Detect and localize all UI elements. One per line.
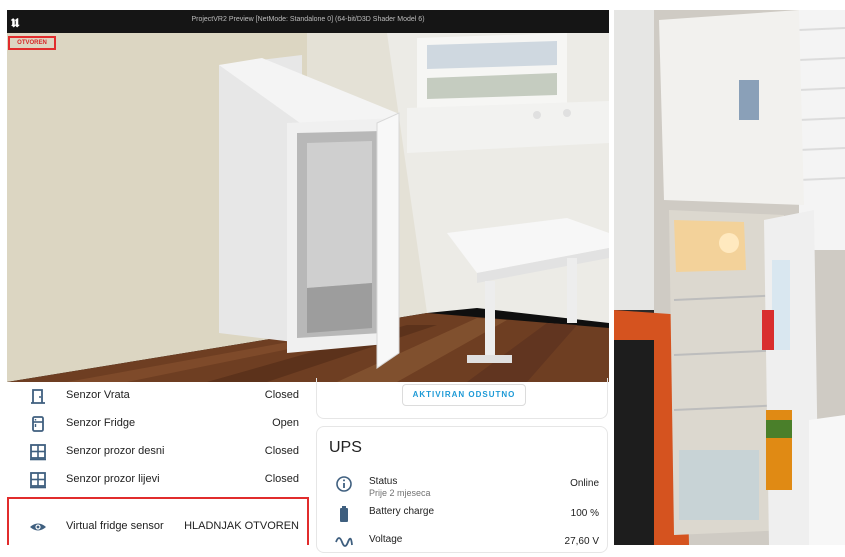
unreal-preview-window[interactable]: 𝖚 ProjectVR2 Preview [NetMode: Standalon… [7,10,609,382]
entity-state: 27,60 V [564,536,599,547]
entity-state: Open [272,417,299,429]
entity-state: Closed [264,445,299,457]
window-titlebar[interactable]: 𝖚 ProjectVR2 Preview [NetMode: Standalon… [7,10,609,33]
fridge-photo-image [614,10,845,545]
window-title: ProjectVR2 Preview [NetMode: Standalone … [191,16,425,23]
entity-row-senzor-prozor-lijevi[interactable]: Senzor prozor lijevi Closed [7,466,313,494]
fridge-status-overlay: OTVOREN [8,36,56,50]
entity-row-senzor-prozor-desni[interactable]: Senzor prozor desni Closed [7,438,313,466]
entity-state: Closed [264,473,299,485]
entity-row-senzor-fridge[interactable]: Senzor Fridge Open [7,410,313,438]
entity-state: 100 % [570,508,599,519]
entity-state: Closed [264,389,299,401]
info-icon [335,475,353,493]
virtual-sensor-highlight [7,497,309,545]
entity-name: Senzor prozor lijevi [66,473,160,485]
entity-name: Senzor prozor desni [66,445,165,457]
entity-name: Senzor Fridge [66,417,136,429]
entity-name: Voltage [369,534,403,545]
entity-row-senzor-vrata[interactable]: Senzor Vrata Closed [7,382,313,410]
window-icon [29,443,47,461]
entity-name: Status [369,476,398,487]
ups-row-battery-charge[interactable]: Battery charge 100 % [317,499,607,529]
ups-row-status[interactable]: Status Prije 2 mjeseca Online [317,469,607,499]
aktiviran-odsutno-button[interactable]: AKTIVIRAN ODSUTNO [402,384,526,406]
3d-viewport[interactable] [7,33,609,382]
ups-card-title: UPS [329,439,362,456]
real-fridge-photo [614,10,845,545]
door-icon [29,387,47,405]
room-scene-render [7,33,609,382]
alarm-mode-card: AKTIVIRAN ODSUTNO [316,378,608,419]
entity-name: Battery charge [369,506,435,517]
battery-icon [335,505,353,523]
sine-wave-icon [335,533,353,551]
ups-row-voltage[interactable]: Voltage 27,60 V [317,527,607,557]
fridge-icon [29,415,47,433]
entity-secondary: Prije 2 mjeseca [369,488,431,498]
entity-name: Senzor Vrata [66,389,130,401]
window-icon [29,471,47,489]
dashboard-right-column: AKTIVIRAN ODSUTNO UPS Status Prije 2 mje… [313,378,609,553]
ups-card: UPS Status Prije 2 mjeseca Online Batter… [316,426,608,553]
entity-state: Online [570,478,599,489]
